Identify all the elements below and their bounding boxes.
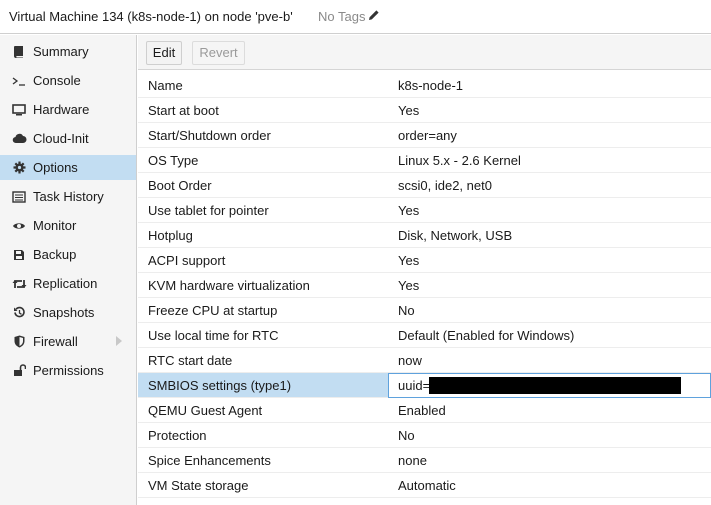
monitor-icon xyxy=(10,103,28,116)
sidebar-item-label: Options xyxy=(33,160,78,175)
option-row-name[interactable]: Name k8s-node-1 xyxy=(138,73,711,98)
option-key: Spice Enhancements xyxy=(148,453,271,468)
edit-button[interactable]: Edit xyxy=(146,41,182,65)
option-key: Freeze CPU at startup xyxy=(148,303,278,318)
sidebar-item-label: Snapshots xyxy=(33,305,95,320)
sidebar-item-cloud-init[interactable]: Cloud-Init xyxy=(0,126,136,151)
sidebar-item-label: Hardware xyxy=(33,102,90,117)
option-row-acpi[interactable]: ACPI support Yes xyxy=(138,248,711,273)
option-row-qemu-agent[interactable]: QEMU Guest Agent Enabled xyxy=(138,398,711,423)
option-value: Disk, Network, USB xyxy=(398,228,513,243)
option-key: KVM hardware virtualization xyxy=(148,278,310,293)
sidebar-item-hardware[interactable]: Hardware xyxy=(0,97,136,122)
gear-icon xyxy=(10,161,28,174)
option-row-local-time-rtc[interactable]: Use local time for RTC Default (Enabled f… xyxy=(138,323,711,348)
option-row-freeze-cpu[interactable]: Freeze CPU at startup No xyxy=(138,298,711,323)
option-key: Use tablet for pointer xyxy=(148,203,269,218)
sidebar: Summary Console Hardware Cloud-Init Opti… xyxy=(0,35,137,505)
title-bar: Virtual Machine 134 (k8s-node-1) on node… xyxy=(0,0,711,34)
sidebar-item-monitor[interactable]: Monitor xyxy=(0,213,136,238)
option-row-protection[interactable]: Protection No xyxy=(138,423,711,448)
sidebar-item-firewall[interactable]: Firewall xyxy=(0,329,136,354)
sidebar-item-label: Replication xyxy=(33,276,98,291)
option-row-rtc-start-date[interactable]: RTC start date now xyxy=(138,348,711,373)
option-value: Default (Enabled for Windows) xyxy=(398,328,575,343)
tags-label: No Tags xyxy=(318,9,366,24)
eye-icon xyxy=(10,221,28,231)
option-key: Boot Order xyxy=(148,178,212,193)
option-row-spice[interactable]: Spice Enhancements none xyxy=(138,448,711,473)
option-key: OS Type xyxy=(148,153,199,168)
sidebar-item-label: Task History xyxy=(33,189,104,204)
toolbar: Edit Revert xyxy=(138,35,711,70)
option-key: Hotplug xyxy=(148,228,193,243)
sidebar-item-permissions[interactable]: Permissions xyxy=(0,358,136,383)
option-value: scsi0, ide2, net0 xyxy=(398,178,492,193)
option-key: Protection xyxy=(148,428,207,443)
option-value: order=any xyxy=(398,128,457,143)
option-row-os-type[interactable]: OS Type Linux 5.x - 2.6 Kernel xyxy=(138,148,711,173)
option-key: VM State storage xyxy=(148,478,249,493)
sidebar-item-snapshots[interactable]: Snapshots xyxy=(0,300,136,325)
sidebar-item-summary[interactable]: Summary xyxy=(0,39,136,64)
option-value: No xyxy=(398,303,415,318)
option-value: uuid= xyxy=(398,378,431,393)
sidebar-item-label: Cloud-Init xyxy=(33,131,89,146)
unlock-icon xyxy=(10,364,28,377)
sidebar-item-console[interactable]: Console xyxy=(0,68,136,93)
option-value: Enabled xyxy=(398,403,446,418)
option-key: RTC start date xyxy=(148,353,233,368)
book-icon xyxy=(10,45,28,58)
page-title: Virtual Machine 134 (k8s-node-1) on node… xyxy=(9,9,293,24)
option-value: now xyxy=(398,353,422,368)
option-key: Start/Shutdown order xyxy=(148,128,271,143)
option-value: Yes xyxy=(398,253,420,268)
sidebar-item-label: Backup xyxy=(33,247,77,262)
terminal-icon xyxy=(10,75,28,87)
option-row-vm-state-storage[interactable]: VM State storage Automatic xyxy=(138,473,711,498)
floppy-icon xyxy=(10,249,28,261)
option-value: Linux 5.x - 2.6 Kernel xyxy=(398,153,521,168)
option-key: SMBIOS settings (type1) xyxy=(148,378,292,393)
tags-edit[interactable]: No Tags xyxy=(318,9,380,24)
option-key: Use local time for RTC xyxy=(148,328,279,343)
cloud-icon xyxy=(10,133,28,144)
sidebar-item-replication[interactable]: Replication xyxy=(0,271,136,296)
retweet-icon xyxy=(10,278,28,290)
option-value: No xyxy=(398,428,415,443)
option-row-hotplug[interactable]: Hotplug Disk, Network, USB xyxy=(138,223,711,248)
sidebar-item-label: Monitor xyxy=(33,218,77,233)
sidebar-item-task-history[interactable]: Task History xyxy=(0,184,136,209)
option-value: Yes xyxy=(398,103,420,118)
sidebar-item-backup[interactable]: Backup xyxy=(0,242,136,267)
option-value: Automatic xyxy=(398,478,456,493)
option-row-smbios[interactable]: SMBIOS settings (type1) uuid= xyxy=(138,373,711,398)
option-row-tablet-pointer[interactable]: Use tablet for pointer Yes xyxy=(138,198,711,223)
option-row-boot-order[interactable]: Boot Order scsi0, ide2, net0 xyxy=(138,173,711,198)
option-value: Yes xyxy=(398,278,420,293)
option-value: k8s-node-1 xyxy=(398,78,464,93)
history-icon xyxy=(10,306,28,319)
option-row-kvm[interactable]: KVM hardware virtualization Yes xyxy=(138,273,711,298)
shield-icon xyxy=(10,335,28,348)
option-row-startup-order[interactable]: Start/Shutdown order order=any xyxy=(138,123,711,148)
list-icon xyxy=(10,190,28,203)
option-key: ACPI support xyxy=(148,253,226,268)
option-value: none xyxy=(398,453,427,468)
revert-button[interactable]: Revert xyxy=(192,41,245,65)
sidebar-item-label: Firewall xyxy=(33,334,78,349)
sidebar-item-label: Summary xyxy=(33,44,89,59)
expand-arrow-icon[interactable] xyxy=(116,336,122,346)
pencil-icon[interactable] xyxy=(368,9,380,24)
option-key: Start at boot xyxy=(148,103,219,118)
option-value: Yes xyxy=(398,203,420,218)
option-key: QEMU Guest Agent xyxy=(148,403,263,418)
sidebar-item-label: Permissions xyxy=(33,363,104,378)
redacted-uuid xyxy=(429,377,681,394)
option-key: Name xyxy=(148,78,183,93)
sidebar-item-label: Console xyxy=(33,73,81,88)
sidebar-item-options[interactable]: Options xyxy=(0,155,136,180)
option-row-start-at-boot[interactable]: Start at boot Yes xyxy=(138,98,711,123)
